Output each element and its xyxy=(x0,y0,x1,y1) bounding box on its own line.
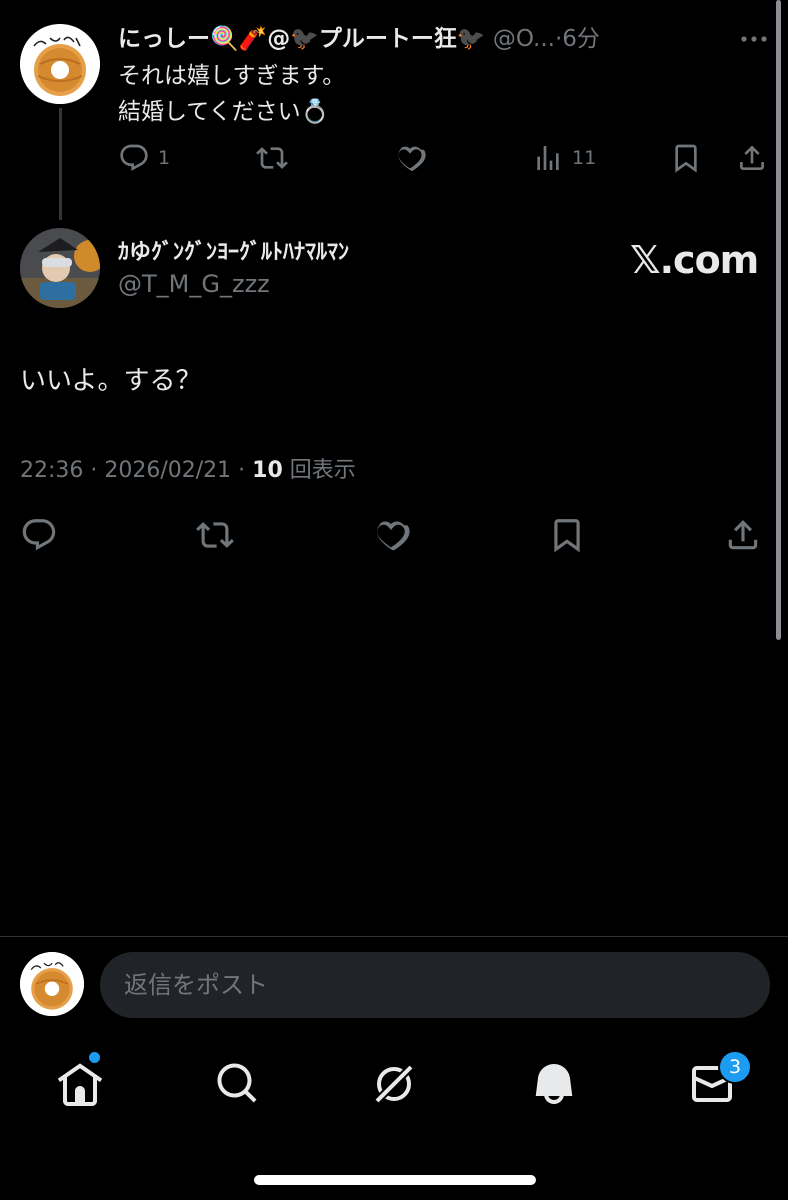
x-com-watermark: 𝕏.com xyxy=(630,238,759,282)
parent-views-button[interactable]: 11 xyxy=(532,142,596,174)
donut-avatar-image xyxy=(20,952,84,1016)
nav-grok[interactable] xyxy=(370,1060,418,1108)
parent-like-button[interactable] xyxy=(394,142,426,174)
reply-icon xyxy=(22,519,56,551)
reply-avatar[interactable] xyxy=(20,952,84,1016)
main-handle[interactable]: @T_M_G_zzz xyxy=(118,270,270,298)
messages-badge: 3 xyxy=(718,1050,752,1084)
parent-view-count: 11 xyxy=(572,147,597,169)
tweet-metadata: 22:36 · 2026/02/21 · 10 回表示 xyxy=(20,452,356,484)
main-repost-button[interactable] xyxy=(196,516,234,554)
parent-avatar[interactable] xyxy=(20,24,100,104)
repost-icon xyxy=(256,147,288,169)
more-dots-icon xyxy=(741,36,767,42)
bookmark-icon xyxy=(675,144,697,173)
share-icon xyxy=(728,520,758,550)
home-notification-dot xyxy=(89,1052,100,1063)
parent-reply-count: 1 xyxy=(158,147,171,169)
share-icon xyxy=(740,145,764,170)
parent-display-name[interactable]: にっしー🍭🧨@🐦‍⬛プルートー狂🐦‍⬛ xyxy=(118,26,486,52)
main-like-button[interactable] xyxy=(372,516,410,554)
search-icon xyxy=(217,1063,257,1103)
tweet-timestamp[interactable]: 22:36 · 2026/02/21 · xyxy=(20,458,252,483)
main-avatar[interactable] xyxy=(20,228,100,308)
repost-icon xyxy=(196,522,234,548)
parent-share-button[interactable] xyxy=(736,142,768,174)
thread-line xyxy=(59,108,62,220)
home-icon xyxy=(57,1063,103,1106)
main-bookmark-button[interactable] xyxy=(548,516,586,554)
main-reply-button[interactable] xyxy=(20,516,58,554)
home-indicator[interactable] xyxy=(254,1175,536,1185)
photo-avatar-image xyxy=(20,228,100,308)
grok-icon xyxy=(373,1063,415,1105)
parent-tweet-text: それは嬉しすぎます。 結婚してください💍 xyxy=(118,63,346,125)
heart-icon xyxy=(377,521,410,551)
parent-time[interactable]: 6分 xyxy=(562,26,600,52)
main-display-name[interactable]: ｶゆｸﾞﾝｸﾞﾝﾖｰｸﾞﾙﾄﾊﾅﾏﾙﾏﾝ xyxy=(118,234,349,266)
parent-repost-button[interactable] xyxy=(256,142,288,174)
main-tweet-text: いいよ。する？ xyxy=(20,366,202,396)
parent-handle[interactable]: @O... xyxy=(493,26,555,52)
nav-notifications[interactable] xyxy=(530,1060,578,1108)
view-count: 10 xyxy=(252,458,283,483)
views-label: 回表示 xyxy=(282,458,356,483)
scrollbar[interactable] xyxy=(776,0,781,640)
reply-icon xyxy=(120,144,148,171)
parent-reply-button[interactable]: 1 xyxy=(118,142,170,174)
views-chart-icon xyxy=(537,146,559,170)
more-options-button[interactable] xyxy=(738,26,770,52)
bookmark-icon xyxy=(554,519,580,553)
heart-icon xyxy=(398,146,426,172)
parent-bookmark-button[interactable] xyxy=(670,142,702,174)
reply-input[interactable] xyxy=(100,952,770,1018)
nav-home[interactable] xyxy=(56,1060,104,1108)
bell-icon xyxy=(535,1064,573,1104)
donut-avatar-image xyxy=(20,24,100,104)
main-share-button[interactable] xyxy=(724,516,762,554)
parent-tweet-header: にっしー🍭🧨@🐦‍⬛プルートー狂🐦‍⬛ @O...·6分 xyxy=(118,22,718,56)
reply-bar-divider xyxy=(0,936,788,937)
nav-search[interactable] xyxy=(214,1060,262,1108)
